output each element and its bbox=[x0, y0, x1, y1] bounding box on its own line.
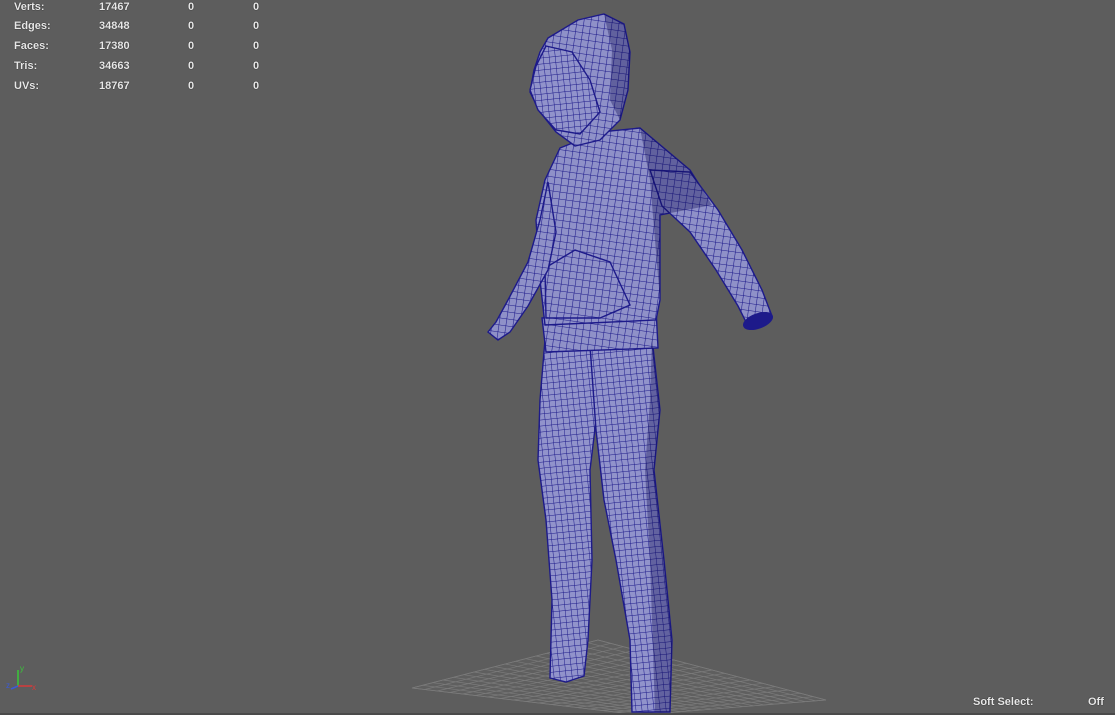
axis-indicator-icon: y x z bbox=[6, 664, 36, 692]
ground-grid bbox=[411, 639, 827, 715]
soft-select-value: Off bbox=[1088, 696, 1104, 708]
viewport-3d[interactable] bbox=[0, 0, 1115, 715]
character-mesh[interactable] bbox=[487, 13, 774, 713]
mesh-left-leg[interactable] bbox=[537, 339, 597, 683]
soft-select-label: Soft Select: bbox=[973, 696, 1034, 708]
axis-y-label: y bbox=[20, 664, 24, 673]
axis-x-label: x bbox=[32, 683, 36, 692]
axis-z-label: z bbox=[6, 681, 10, 690]
